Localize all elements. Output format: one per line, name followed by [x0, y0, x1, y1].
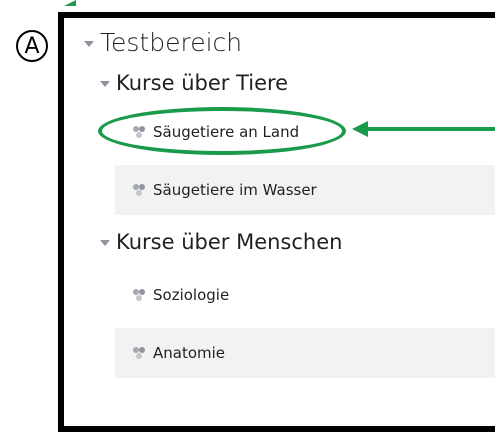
course-name[interactable]: Anatomie	[153, 344, 225, 362]
course-icon	[133, 347, 145, 359]
subcategory-menschen[interactable]: Kurse über Menschen	[100, 230, 342, 254]
course-row-soziologie[interactable]: Soziologie	[115, 270, 495, 320]
triangle-down-icon[interactable]	[84, 41, 94, 47]
category-testbereich[interactable]: Testbereich	[84, 28, 242, 57]
subcategory-title[interactable]: Kurse über Menschen	[116, 230, 342, 254]
arrow-stub	[64, 0, 76, 6]
course-row-anatomie[interactable]: Anatomie	[115, 328, 495, 378]
course-row-saeugetiere-wasser[interactable]: Säugetiere im Wasser	[115, 165, 495, 215]
highlight-ellipse	[98, 107, 346, 155]
course-name[interactable]: Säugetiere im Wasser	[153, 181, 317, 199]
subcategory-title[interactable]: Kurse über Tiere	[116, 71, 288, 95]
triangle-down-icon[interactable]	[100, 240, 110, 246]
category-title[interactable]: Testbereich	[100, 28, 242, 57]
annotation-marker: A	[16, 30, 48, 62]
annotation-marker-label: A	[24, 33, 40, 59]
course-icon	[133, 289, 145, 301]
triangle-down-icon[interactable]	[100, 81, 110, 87]
pointer-arrow-icon	[352, 121, 495, 137]
subcategory-tiere[interactable]: Kurse über Tiere	[100, 71, 288, 95]
course-icon	[133, 184, 145, 196]
course-name[interactable]: Soziologie	[153, 286, 229, 304]
